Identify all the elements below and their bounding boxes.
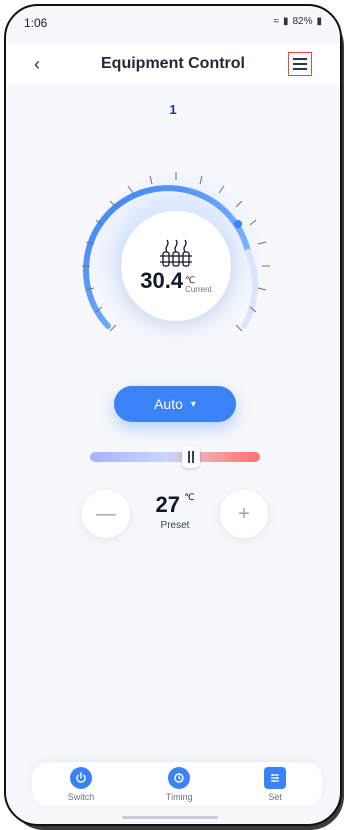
plus-icon: + <box>238 502 250 525</box>
decrease-button[interactable]: — <box>82 490 130 538</box>
page-title: Equipment Control <box>101 55 245 72</box>
current-temp-unit: ℃ <box>185 275 196 285</box>
phone-frame: 1:06 ≈ ▮ 82% ▮ ‹ Equipment Control 1 30.… <box>4 4 342 826</box>
current-temp-value: 30.4 <box>140 268 184 293</box>
header: ‹ Equipment Control <box>6 44 340 84</box>
status-icons: ≈ ▮ 82% ▮ <box>273 16 322 27</box>
home-indicator <box>122 816 218 819</box>
battery-icon: ▮ <box>316 16 322 27</box>
menu-icon <box>293 58 307 70</box>
alarm-clock-icon <box>168 766 191 789</box>
temperature-slider[interactable] <box>90 452 260 462</box>
chevron-left-icon: ‹ <box>34 54 40 74</box>
mode-label: Auto <box>154 396 183 412</box>
nav-label-timing: Timing <box>165 791 193 802</box>
battery-text: 82% <box>292 16 313 27</box>
back-button[interactable]: ‹ <box>34 54 40 74</box>
status-bar: 1:06 ≈ ▮ 82% ▮ <box>6 16 340 34</box>
menu-button[interactable] <box>288 52 312 76</box>
nav-timing[interactable]: Timing <box>165 766 193 802</box>
preset-value: 27 <box>155 492 180 517</box>
bottom-navigation: Switch Timing Set <box>32 762 322 806</box>
status-time: 1:06 <box>24 16 48 30</box>
device-number: 1 <box>169 102 177 117</box>
caret-down-icon: ▾ <box>190 398 196 410</box>
sliders-icon <box>264 766 287 789</box>
preset-label: Preset <box>160 520 190 531</box>
heater-icon <box>160 239 192 267</box>
preset-unit: ℃ <box>184 492 195 502</box>
current-temp-card: 30.4 ℃ Current <box>121 211 231 321</box>
temperature-dial: 30.4 ℃ Current <box>66 156 286 376</box>
slider-thumb[interactable] <box>182 446 200 468</box>
power-icon <box>70 766 93 789</box>
nav-switch[interactable]: Switch <box>67 766 95 802</box>
increase-button[interactable]: + <box>220 490 268 538</box>
mode-select-button[interactable]: Auto ▾ <box>114 386 236 422</box>
nav-set[interactable]: Set <box>264 766 287 802</box>
preset-display: 27 ℃ Preset <box>140 492 210 531</box>
wifi-icon: ≈ <box>273 16 279 27</box>
signal-icon: ▮ <box>282 16 289 27</box>
minus-icon: — <box>96 502 116 525</box>
current-label: Current <box>185 285 212 294</box>
current-temp: 30.4 ℃ Current <box>140 268 212 294</box>
nav-label-set: Set <box>268 791 282 802</box>
preset-row: — 27 ℃ Preset + <box>6 490 340 550</box>
nav-label-switch: Switch <box>67 791 95 802</box>
